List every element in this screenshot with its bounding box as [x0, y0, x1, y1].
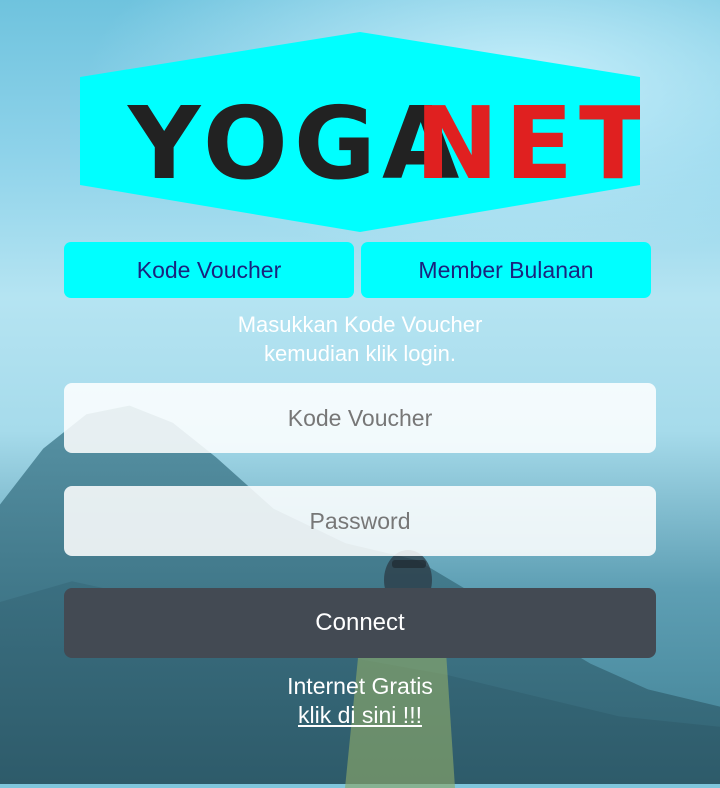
tab-member-bulanan[interactable]: Member Bulanan	[361, 242, 651, 298]
login-mode-tabs: Kode Voucher Member Bulanan	[64, 242, 651, 298]
connect-button[interactable]: Connect	[64, 588, 656, 658]
free-internet-link[interactable]: klik di sini !!!	[298, 702, 422, 728]
voucher-code-input[interactable]	[64, 383, 656, 453]
person-silhouette	[345, 550, 455, 788]
logo-text-net: NET	[415, 85, 640, 202]
instruction-text: Masukkan Kode Voucher kemudian klik logi…	[0, 310, 720, 368]
instruction-line-2: kemudian klik login.	[264, 341, 456, 366]
instruction-line-1: Masukkan Kode Voucher	[237, 312, 483, 337]
yoganet-logo: YOGA NET	[80, 32, 640, 232]
tab-kode-voucher[interactable]: Kode Voucher	[64, 242, 354, 298]
free-internet-label: Internet Gratis	[287, 673, 433, 699]
password-input[interactable]	[64, 486, 656, 556]
free-internet-section: Internet Gratis klik di sini !!!	[0, 672, 720, 730]
